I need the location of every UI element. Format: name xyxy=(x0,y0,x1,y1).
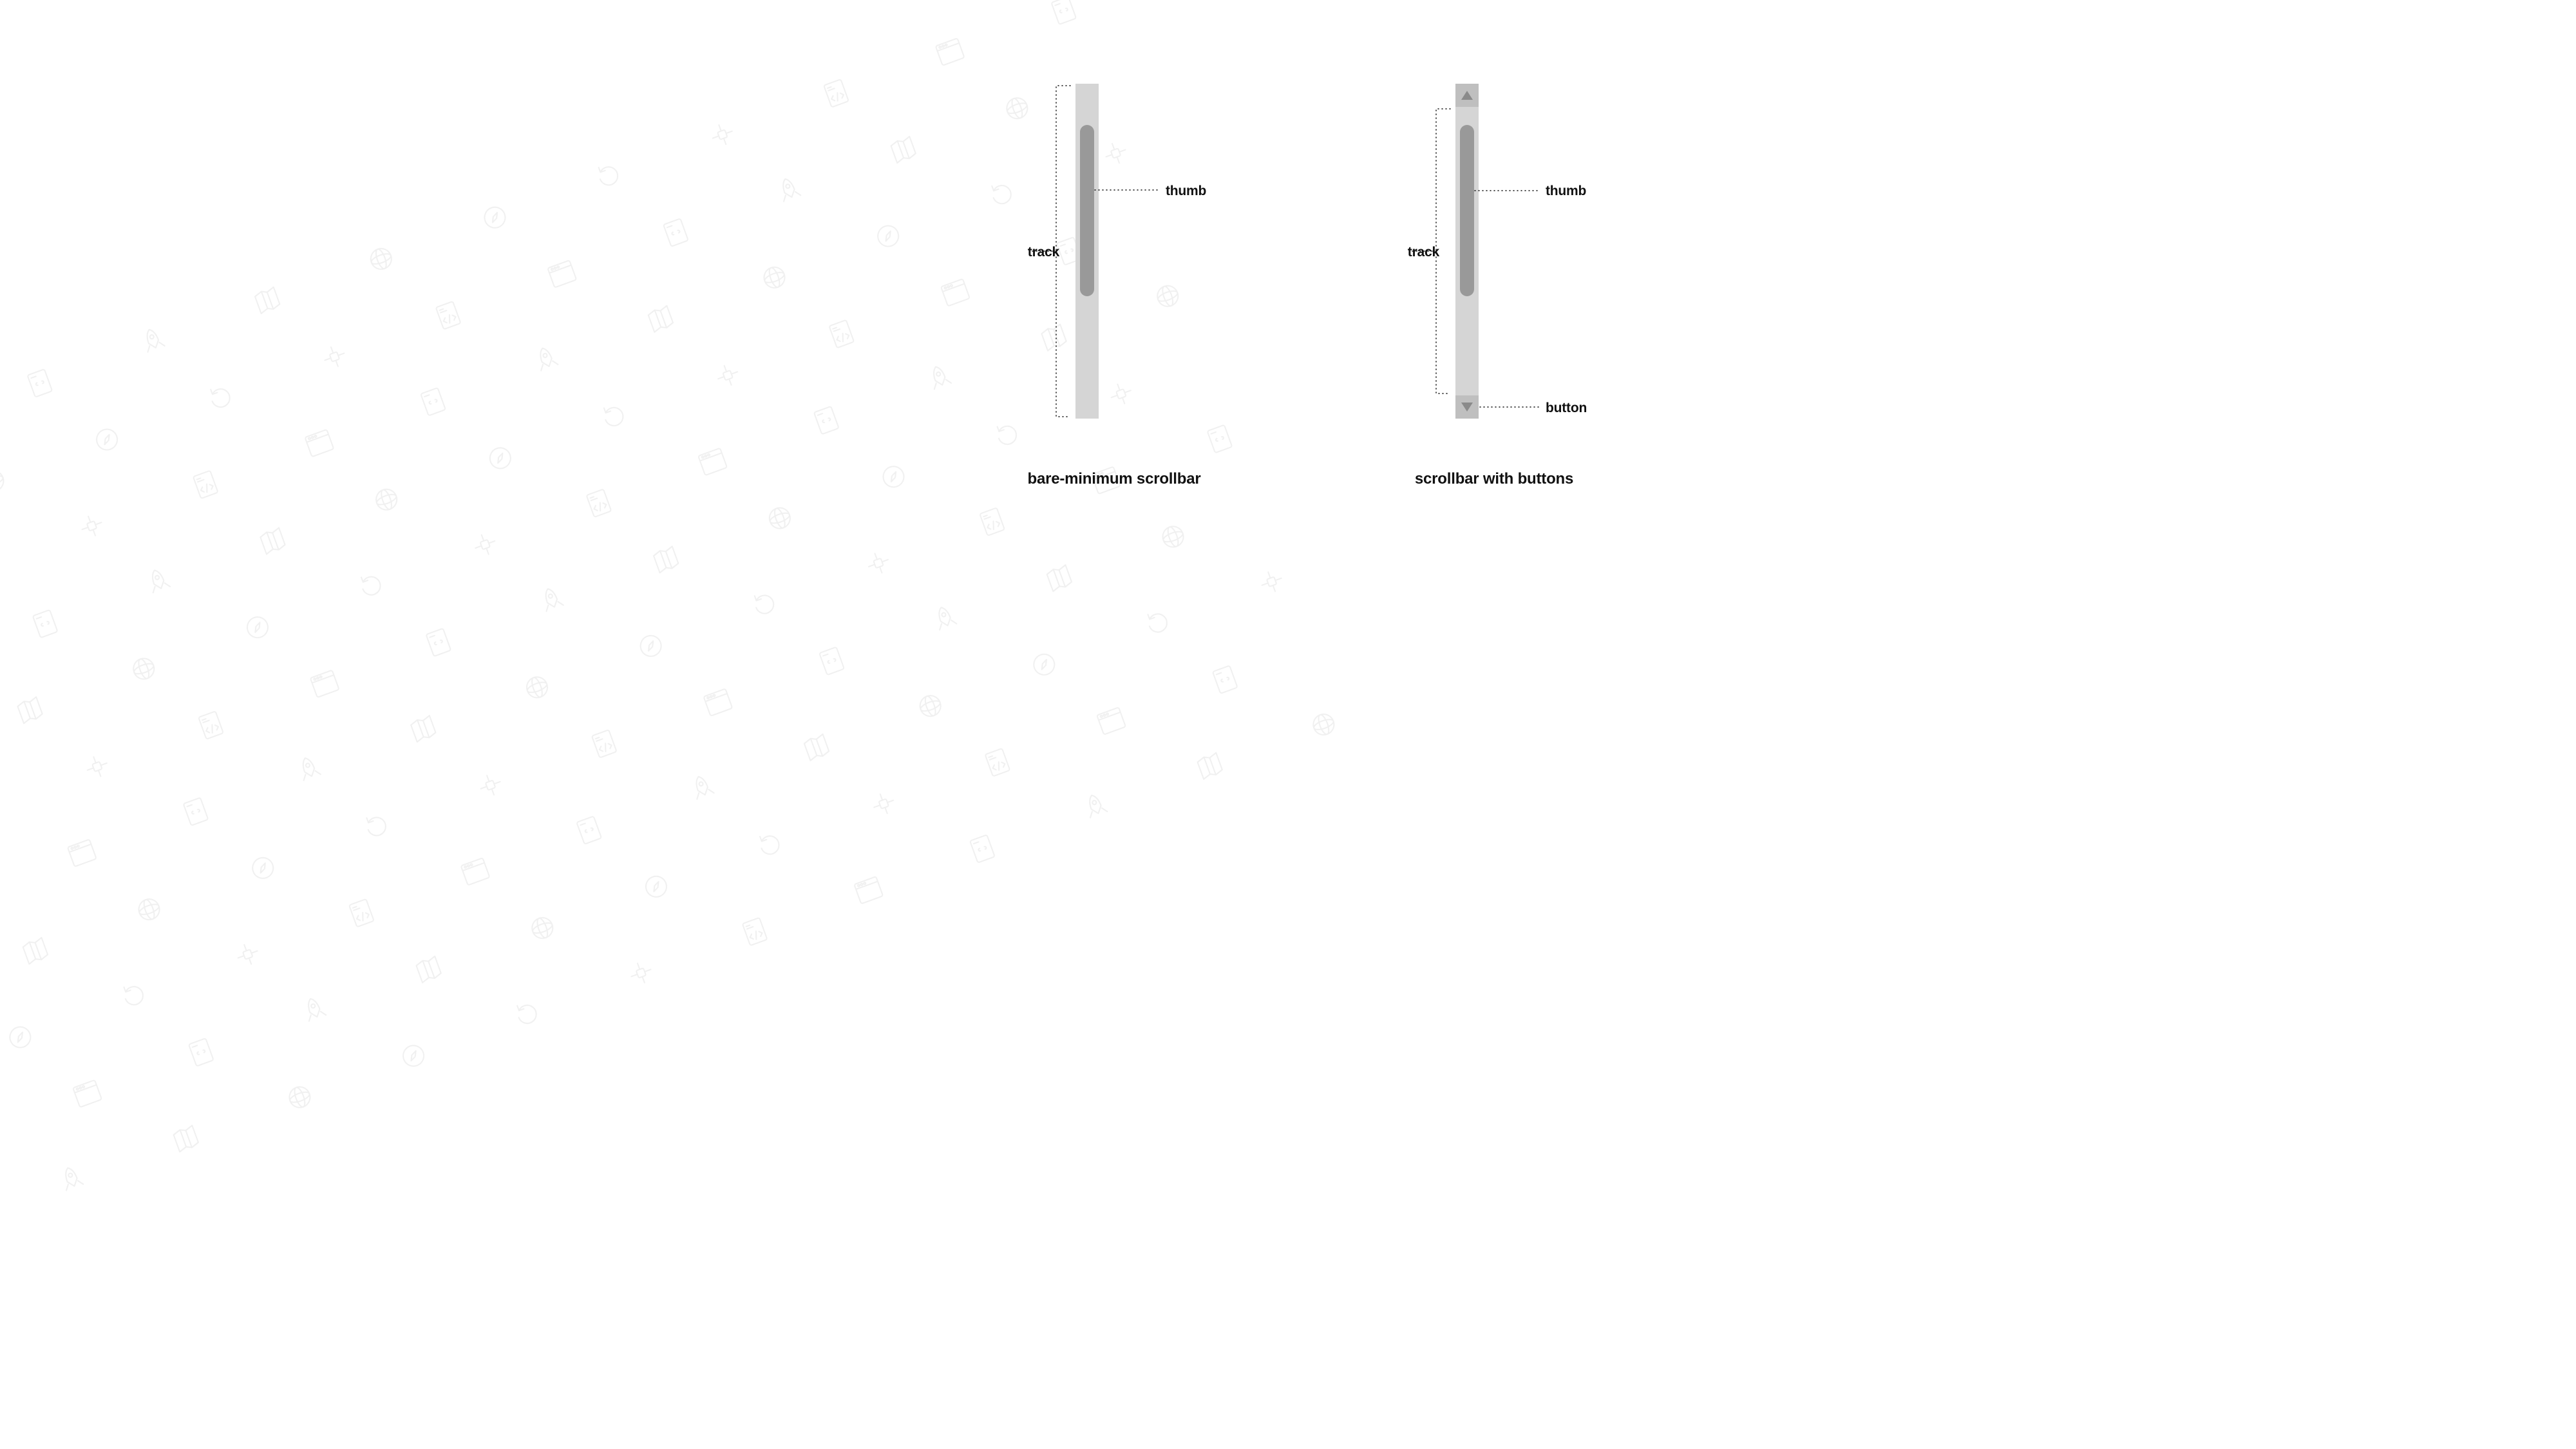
label-track: track xyxy=(1028,245,1059,260)
scrollbar-thumb[interactable] xyxy=(1080,125,1094,296)
scrollbar-button-up[interactable] xyxy=(1455,84,1479,107)
label-thumb: thumb xyxy=(1546,184,1586,199)
label-track: track xyxy=(1408,245,1439,260)
triangle-up-icon xyxy=(1461,91,1473,100)
caption-bare: bare-minimum scrollbar xyxy=(998,470,1230,488)
label-button: button xyxy=(1546,401,1587,416)
label-thumb: thumb xyxy=(1166,184,1206,199)
diagram-stage: track thumb bare-minimum scrollbar track… xyxy=(818,0,1758,528)
diagram-scrollbar-with-buttons: track thumb button scrollbar with button… xyxy=(1378,84,1610,419)
scrollbar-button-down[interactable] xyxy=(1455,395,1479,419)
scrollbar-thumb[interactable] xyxy=(1460,125,1474,296)
caption-buttons: scrollbar with buttons xyxy=(1378,470,1610,488)
diagram-bare-scrollbar: track thumb bare-minimum scrollbar xyxy=(998,84,1230,419)
triangle-down-icon xyxy=(1461,402,1473,412)
